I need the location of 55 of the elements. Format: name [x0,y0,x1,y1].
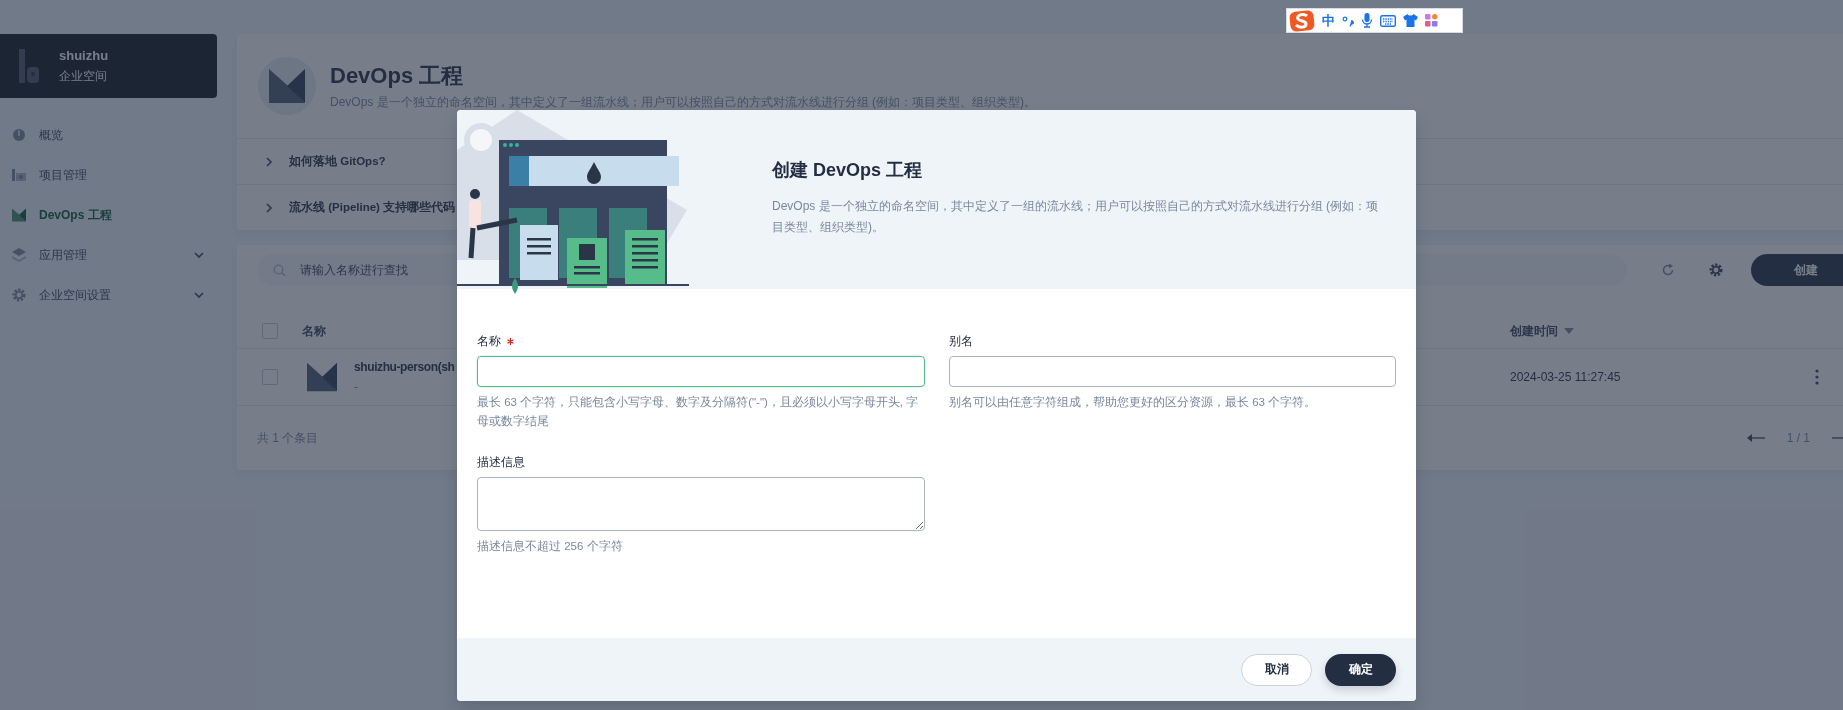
sort-caret-icon[interactable] [1564,328,1574,334]
devops-logo-icon [12,208,26,222]
checkbox[interactable] [262,369,278,385]
dialog-title: 创建 DevOps 工程 [772,159,924,182]
chart-icon [12,168,26,182]
search-icon [273,263,286,277]
sogou-logo-icon[interactable] [1289,9,1315,32]
settings-icon[interactable] [1709,263,1723,277]
punctuation-icon[interactable] [1342,14,1354,27]
page-title: DevOps 工程 [330,62,465,90]
devops-logo-icon [269,68,305,104]
input-field[interactable] [949,356,1396,387]
checkbox[interactable] [262,323,278,339]
table-cell-text: 2024-03-25 11:27:45 [1510,370,1622,384]
field-label: 描述信息 [477,453,525,471]
field-hint: 最长 63 个字符，只能包含小写字母、数字及分隔符("-")，且必须以小写字母开头, 字母或数字结尾 [477,395,920,429]
cancel-button[interactable]: 取消 [1241,653,1312,686]
sidebar-item[interactable]: 应用管理 [0,235,205,275]
refresh-icon[interactable] [1661,263,1675,277]
dial-icon [12,128,26,142]
dialog-description: DevOps 是一个独立的命名空间，其中定义了一组的流水线；用户可以按照自己的方式对流水线进行分组 (例如：项目类型、组织类型)。 [772,198,1379,236]
field-label: 名称 [477,332,501,350]
column-header[interactable]: 创建时间 [1510,322,1558,340]
field-label: 别名 [949,332,973,350]
field-hint: 描述信息不超过 256 个字符 [477,539,624,554]
chevron-down-icon [193,249,205,261]
workspace-name: shuizhu [59,47,109,63]
arrow-left-icon[interactable] [1746,433,1765,443]
sidebar-item[interactable]: 企业空间设置 [0,275,205,315]
workspace-label: 企业空间 [59,67,108,85]
settings-icon [12,288,26,302]
shirt-icon[interactable] [1403,14,1418,27]
more-icon[interactable] [1815,369,1819,385]
building-icon [17,49,41,83]
chevron-right-icon [263,155,275,168]
chevron-down-icon [193,289,205,301]
project-description: - [354,380,359,394]
keyboard-icon[interactable] [1380,14,1396,27]
input-mode[interactable]: 中 [1322,11,1335,30]
sidebar-item[interactable]: 项目管理 [0,155,205,195]
sidebar-item[interactable]: DevOps 工程 [0,195,205,235]
workspace-card[interactable]: shuizhu 企业空间 [0,34,217,98]
project-name[interactable]: shuizhu-person(sh [354,360,455,374]
column-header[interactable]: 名称 [302,322,326,340]
microphone-icon[interactable] [1361,13,1373,28]
field-hint: 别名可以由任意字符组成，帮助您更好的区分资源，最长 63 个字符。 [949,395,1318,410]
required-icon [507,337,514,345]
chevron-right-icon [263,201,275,214]
input-field[interactable] [477,356,925,387]
create-button[interactable]: 创建 [1751,254,1843,286]
description-field[interactable] [477,477,925,531]
confirm-button[interactable]: 确定 [1325,653,1396,686]
apps-grid-icon[interactable] [1425,14,1438,27]
sidebar-item[interactable]: 概览 [0,115,205,155]
devops-logo-icon [307,362,337,392]
